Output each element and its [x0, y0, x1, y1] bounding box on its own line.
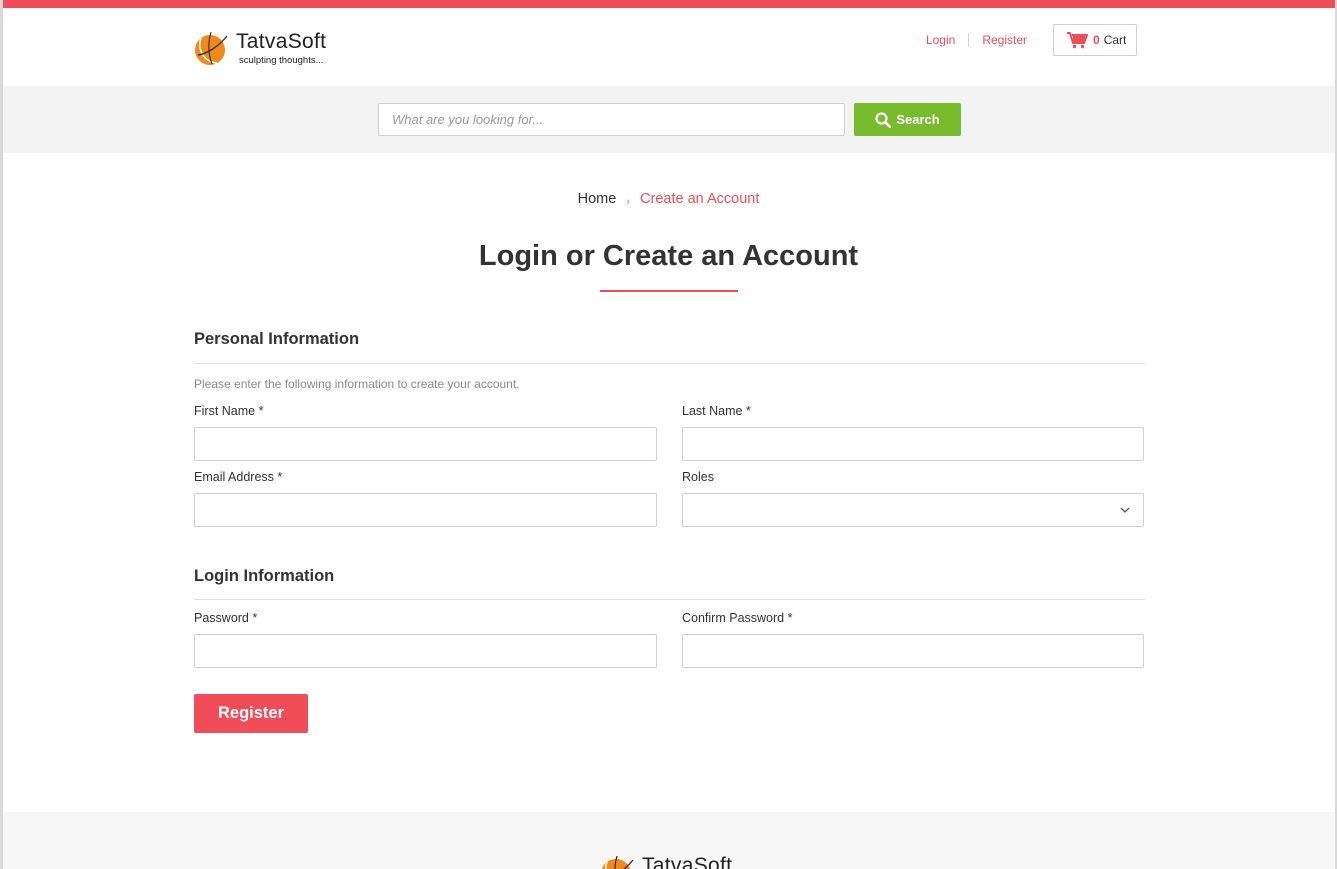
first-name-label: First Name *: [194, 404, 264, 418]
search-input[interactable]: [378, 103, 845, 136]
site-footer: TatvaSoft: [3, 812, 1335, 869]
breadcrumb-current: Create an Account: [640, 191, 760, 207]
roles-label: Roles: [682, 470, 714, 484]
footer-logo[interactable]: TatvaSoft: [599, 852, 759, 869]
search-bar: Search: [3, 86, 1335, 153]
cart-count: 0: [1093, 33, 1100, 47]
breadcrumb: Home › Create an Account: [0, 191, 1337, 208]
logo-tagline: sculpting thoughts...: [239, 55, 324, 66]
section-divider: [194, 363, 1145, 364]
site-logo[interactable]: TatvaSoft sculpting thoughts...: [193, 28, 353, 70]
email-label: Email Address *: [194, 470, 283, 484]
email-field[interactable]: [194, 493, 657, 527]
last-name-label: Last Name *: [682, 404, 751, 418]
chevron-down-icon: [1120, 507, 1130, 513]
search-button-label: Search: [896, 112, 940, 127]
last-name-field[interactable]: [682, 427, 1144, 461]
confirm-password-label: Confirm Password *: [682, 611, 793, 625]
section-divider: [194, 599, 1145, 600]
login-info-heading: Login Information: [194, 567, 335, 585]
title-underline: [600, 290, 738, 292]
search-button[interactable]: Search: [854, 103, 961, 136]
breadcrumb-home[interactable]: Home: [578, 191, 617, 207]
helper-text: Please enter the following information t…: [194, 377, 520, 391]
cart-label: Cart: [1103, 33, 1127, 47]
tatvasoft-logo-icon: [195, 31, 228, 65]
confirm-password-field[interactable]: [682, 634, 1144, 668]
site-header: TatvaSoft sculpting thoughts... Login Re…: [3, 8, 1335, 86]
cart-button[interactable]: 0 Cart: [1053, 24, 1137, 56]
breadcrumb-separator: ›: [626, 196, 631, 208]
logo-name: TatvaSoft: [236, 30, 327, 53]
register-link[interactable]: Register: [969, 33, 1040, 47]
login-link[interactable]: Login: [913, 33, 968, 47]
header-links: Login Register 0 Cart: [913, 24, 1137, 56]
tatvasoft-logo-icon: [601, 855, 634, 869]
footer-logo-name: TatvaSoft: [642, 854, 733, 869]
cart-icon: [1067, 32, 1088, 49]
top-accent-bar: [0, 0, 1337, 8]
password-field[interactable]: [194, 634, 657, 668]
first-name-field[interactable]: [194, 427, 657, 461]
page-title: Login or Create an Account: [478, 240, 859, 272]
password-label: Password *: [194, 611, 258, 625]
search-icon: [875, 111, 892, 128]
register-button[interactable]: Register: [194, 694, 308, 733]
personal-info-heading: Personal Information: [194, 330, 360, 348]
roles-select[interactable]: [682, 493, 1144, 527]
